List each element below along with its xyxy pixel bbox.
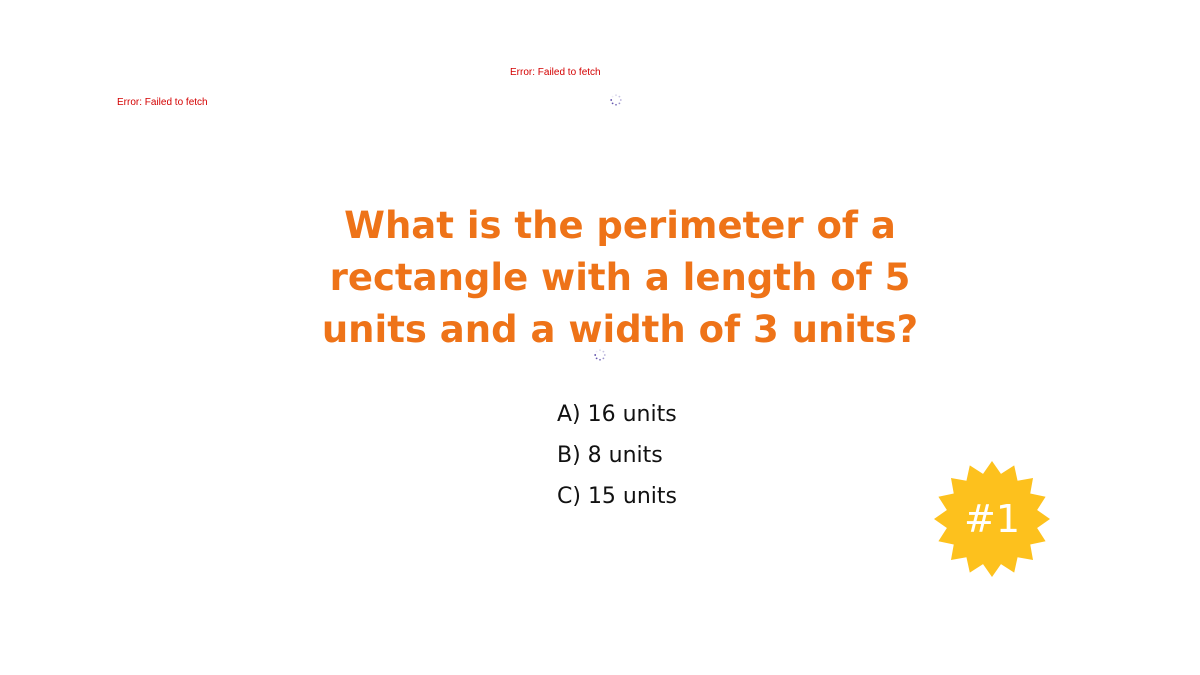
question-text: What is the perimeter of a rectangle wit… [321, 204, 919, 351]
error-message-top: Error: Failed to fetch [510, 67, 601, 78]
loading-spinner-icon [610, 91, 622, 106]
loading-spinner-icon [594, 346, 606, 361]
answer-option-a[interactable]: A) 16 units [557, 398, 677, 439]
question-number-badge: #1 [933, 460, 1051, 578]
answer-options: A) 16 units B) 8 units C) 15 units [557, 398, 677, 521]
answer-option-b[interactable]: B) 8 units [557, 439, 677, 480]
question-number-label: #1 [963, 497, 1021, 541]
answer-option-c[interactable]: C) 15 units [557, 480, 677, 521]
error-message-left: Error: Failed to fetch [117, 97, 208, 108]
